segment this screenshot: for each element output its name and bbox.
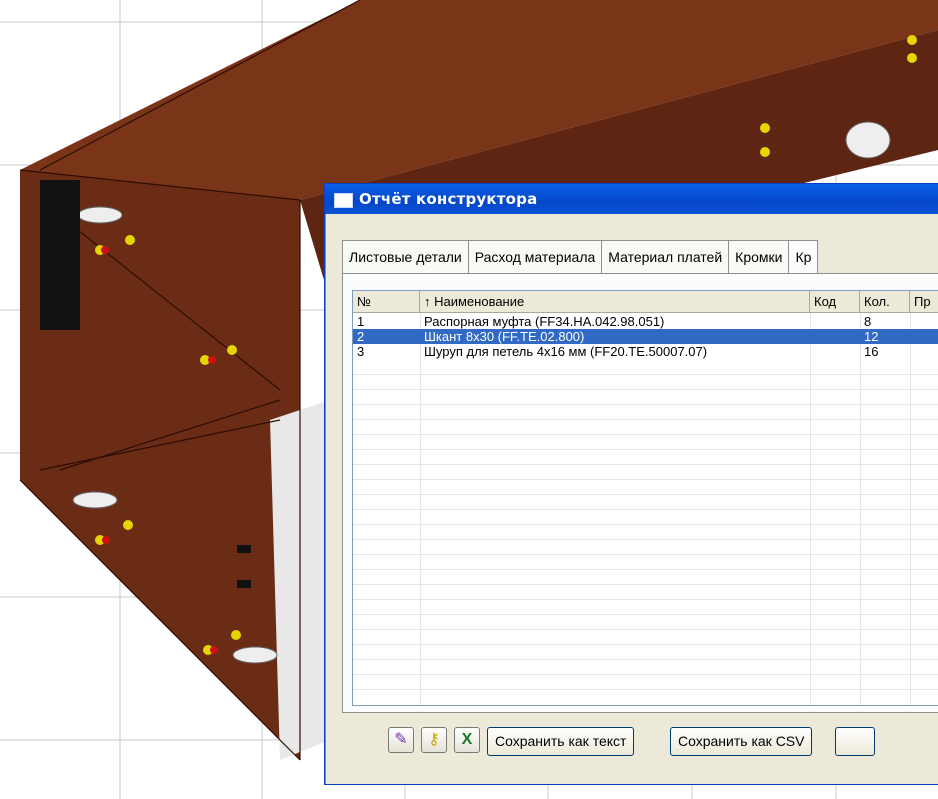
designer-report-dialog[interactable]: Отчёт конструктора Листовые детали Расхо… [324, 183, 938, 785]
dialog-title: Отчёт конструктора [359, 190, 538, 208]
row-number: 3 [357, 344, 365, 359]
bottom-toolbar: ✎ ⚷ X Сохранить как текст Сохранить как … [342, 719, 938, 759]
grid-line [353, 479, 938, 480]
tab-material-usage[interactable]: Расход материала [467, 240, 603, 274]
row-code [810, 344, 860, 359]
grid-line [353, 539, 938, 540]
grid-line [353, 674, 938, 675]
row-name: Распорная муфта (FF34.HA.042.98.051) [424, 314, 665, 329]
tab-edges[interactable]: Кромки [728, 240, 790, 274]
excel-icon[interactable]: X [454, 727, 480, 753]
grid-line [353, 599, 938, 600]
grid-line [353, 404, 938, 405]
row-qty: 12 [864, 329, 879, 344]
row-number: 1 [357, 314, 365, 329]
grid-line [353, 509, 938, 510]
edit-icon[interactable]: ✎ [388, 727, 414, 753]
tab-strip: Листовые детали Расход материала Материа… [342, 240, 819, 274]
grid-line [353, 419, 938, 420]
more-button[interactable] [835, 727, 875, 756]
grid-line [353, 644, 938, 645]
tab-sheet-parts[interactable]: Листовые детали [342, 240, 469, 274]
row-number: 2 [357, 329, 365, 344]
col-header-name[interactable]: ↑ Наименование [420, 291, 810, 313]
grid-line [353, 584, 938, 585]
grid-line [353, 374, 938, 375]
tab-fasteners[interactable]: Кр [788, 240, 819, 274]
grid-line [353, 614, 938, 615]
grid-line [353, 554, 938, 555]
grid-line [353, 524, 938, 525]
row-code [810, 314, 860, 329]
key-icon[interactable]: ⚷ [421, 727, 447, 753]
save-as-csv-button[interactable]: Сохранить как CSV [670, 727, 813, 756]
table-row[interactable]: 3 Шуруп для петель 4x16 мм (FF20.TE.5000… [353, 344, 938, 359]
tab-panel-material[interactable]: Материал платей [601, 240, 730, 274]
grid-line [353, 494, 938, 495]
grid-line [353, 659, 938, 660]
col-header-code[interactable]: Код [810, 291, 860, 313]
row-code [810, 329, 860, 344]
col-header-qty[interactable]: Кол. [860, 291, 910, 313]
row-name: Шкант 8x30 (FF.TE.02.800) [424, 329, 585, 344]
dialog-titlebar[interactable]: Отчёт конструктора [325, 184, 938, 214]
grid-line [353, 449, 938, 450]
tab-panel: № ↑ Наименование Код Кол. Пр 1 Распорная… [342, 273, 938, 713]
table-row[interactable]: 1 Распорная муфта (FF34.HA.042.98.051) 8 [353, 314, 938, 329]
grid-line [353, 434, 938, 435]
grid-line [353, 389, 938, 390]
save-as-text-button[interactable]: Сохранить как текст [487, 727, 635, 756]
grid-line [353, 689, 938, 690]
row-qty: 8 [864, 314, 872, 329]
items-table[interactable]: № ↑ Наименование Код Кол. Пр 1 Распорная… [352, 290, 938, 706]
row-qty: 16 [864, 344, 879, 359]
col-header-extra[interactable]: Пр [910, 291, 938, 313]
row-name: Шуруп для петель 4x16 мм (FF20.TE.50007.… [424, 344, 708, 359]
table-row-selected[interactable]: 2 Шкант 8x30 (FF.TE.02.800) 12 [353, 329, 938, 344]
grid-line [353, 569, 938, 570]
grid-line [353, 629, 938, 630]
window-icon [334, 193, 353, 208]
col-header-number[interactable]: № [353, 291, 420, 313]
grid-line [353, 464, 938, 465]
